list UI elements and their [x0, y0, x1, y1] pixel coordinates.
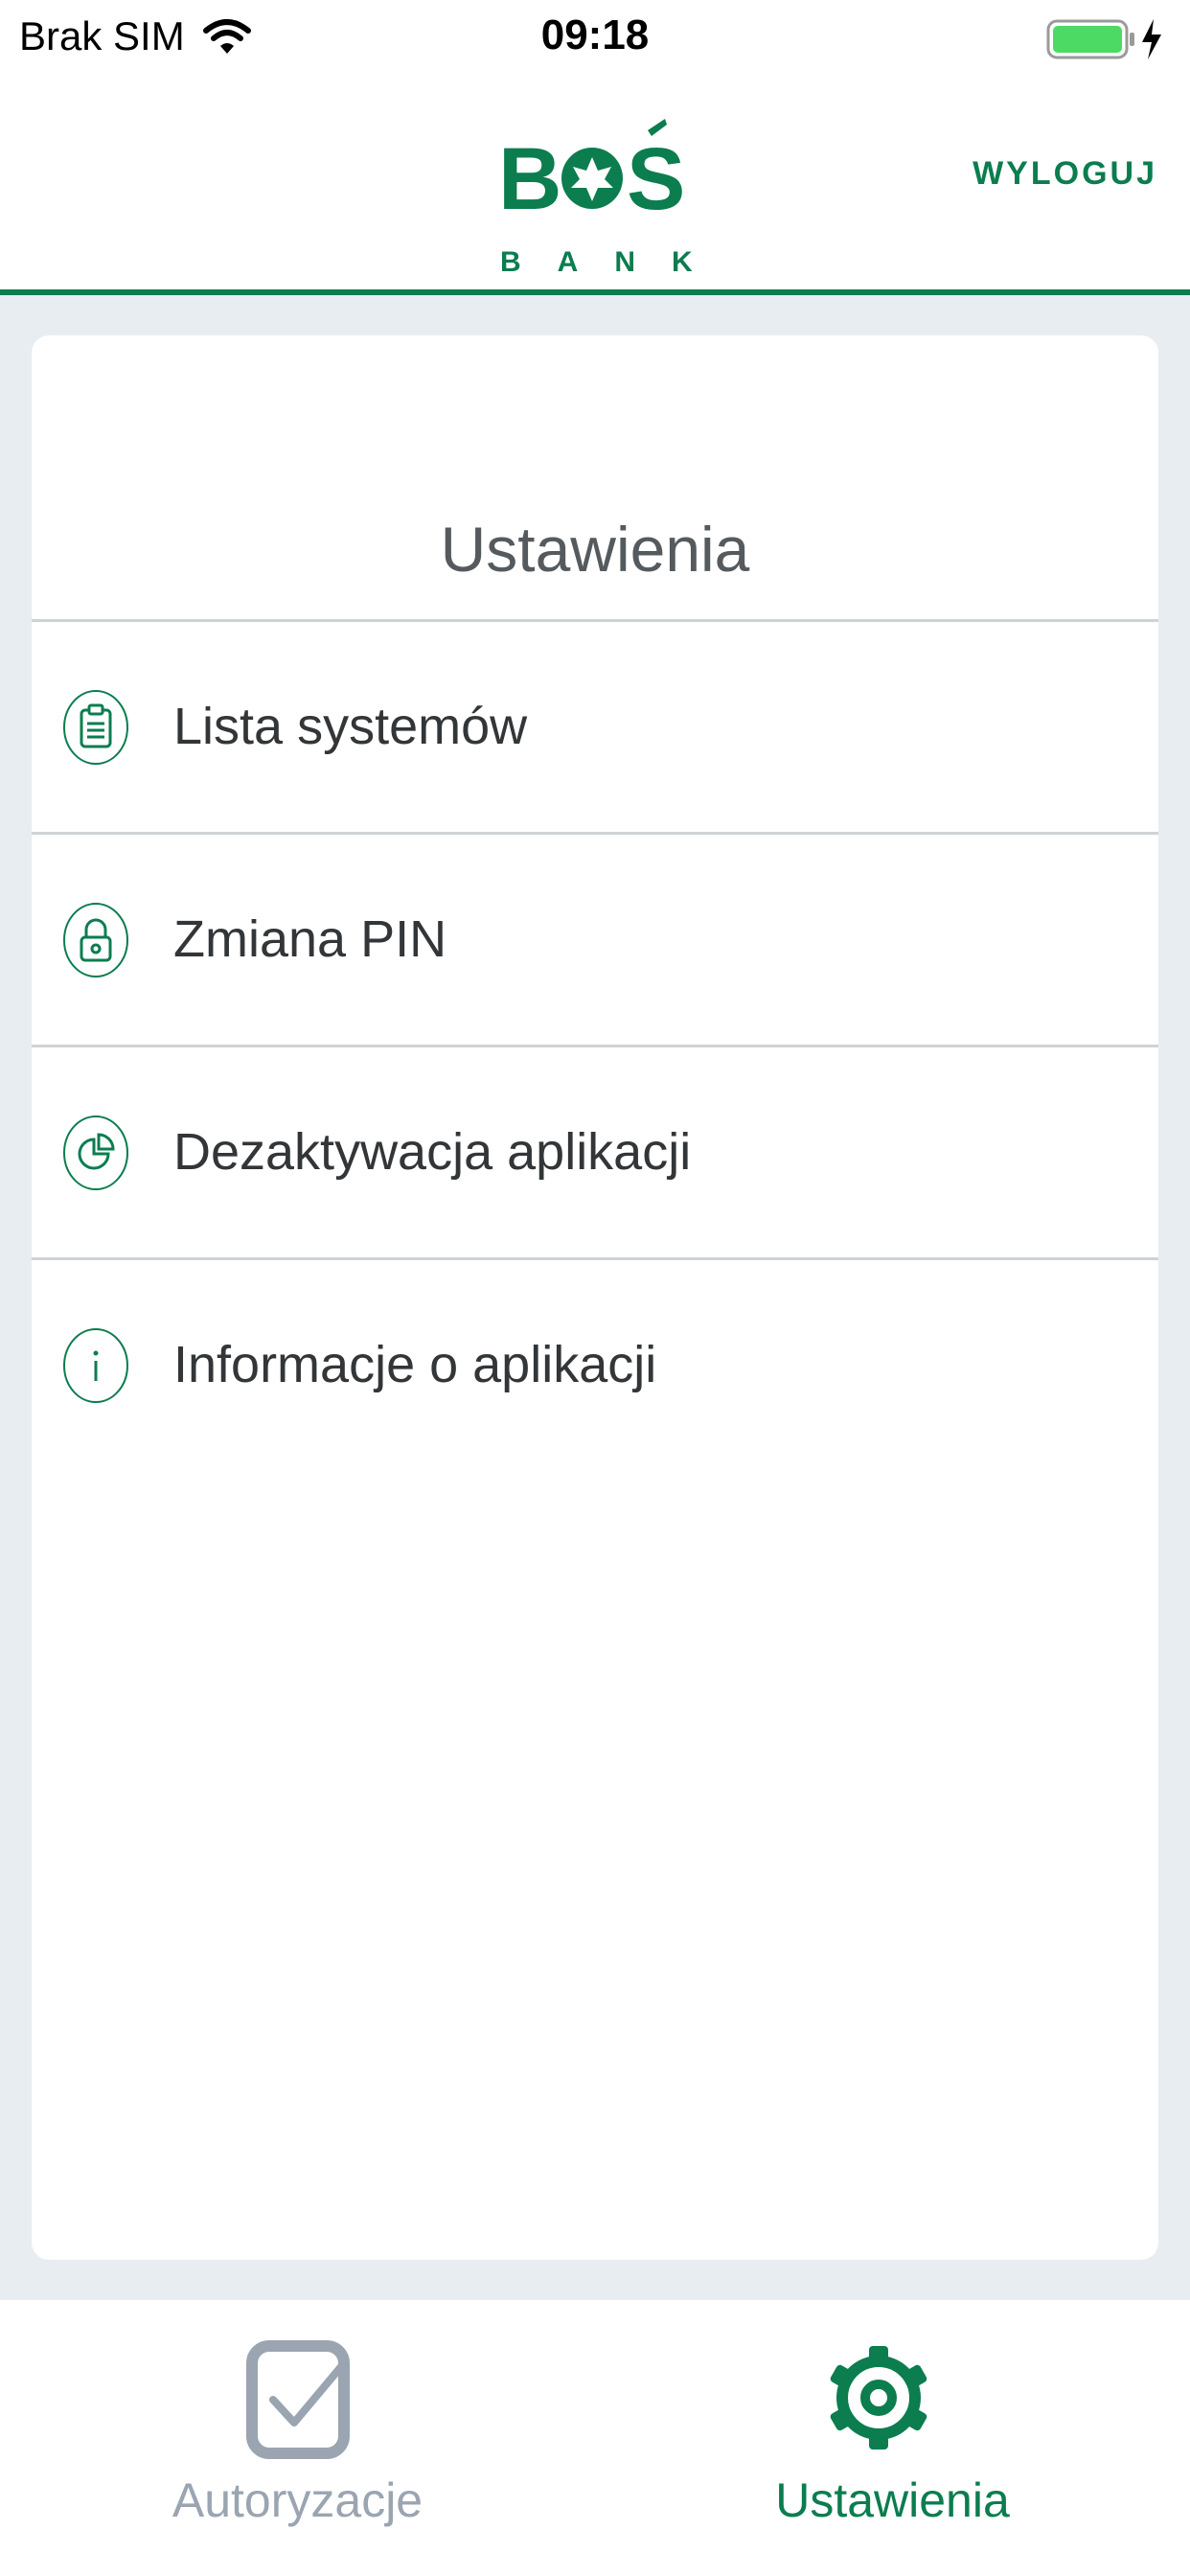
info-icon: [63, 1328, 128, 1403]
tab-label: Autoryzacje: [172, 2473, 423, 2527]
tab-authorizations[interactable]: Autoryzacje: [0, 2300, 595, 2576]
menu-item-label: Dezaktywacja aplikacji: [173, 1123, 692, 1181]
status-time: 09:18: [540, 12, 650, 58]
pie-chart-icon: [63, 1116, 128, 1190]
page-title: Ustawienia: [440, 514, 750, 585]
status-bar: Brak SIM 09:18: [0, 0, 1190, 77]
clipboard-icon: [63, 690, 128, 765]
menu-item-system-list[interactable]: Lista systemów: [32, 622, 1158, 835]
menu-item-label: Lista systemów: [173, 698, 528, 755]
tab-bar: Autoryzacje Ustawienia: [0, 2300, 1190, 2576]
gear-icon: [830, 2346, 927, 2450]
lock-icon: [63, 903, 128, 978]
settings-menu: Lista systemów Zmiana PIN Dezaktywacja a…: [32, 619, 1158, 1470]
logout-button[interactable]: WYLOGUJ: [973, 155, 1157, 193]
svg-text:B: B: [498, 130, 561, 228]
svg-text:S: S: [627, 130, 685, 228]
menu-item-deactivate-app[interactable]: Dezaktywacja aplikacji: [32, 1047, 1158, 1260]
app-header: B S BANK WYLOGUJ: [0, 77, 1190, 295]
tab-label: Ustawienia: [775, 2473, 1010, 2527]
menu-item-change-pin[interactable]: Zmiana PIN: [32, 835, 1158, 1047]
menu-item-label: Zmiana PIN: [173, 910, 447, 968]
menu-item-app-info[interactable]: Informacje o aplikacji: [32, 1260, 1158, 1470]
checkbox-icon: [246, 2340, 350, 2459]
bos-bank-logo: B S BANK: [498, 119, 709, 278]
settings-card: Ustawienia Lista systemów Zmiana PIN Dez…: [32, 335, 1158, 2260]
battery-charging-icon: [1046, 19, 1161, 59]
svg-text:BANK: BANK: [500, 246, 709, 278]
menu-item-label: Informacje o aplikacji: [173, 1336, 657, 1393]
tab-settings[interactable]: Ustawienia: [595, 2300, 1190, 2576]
